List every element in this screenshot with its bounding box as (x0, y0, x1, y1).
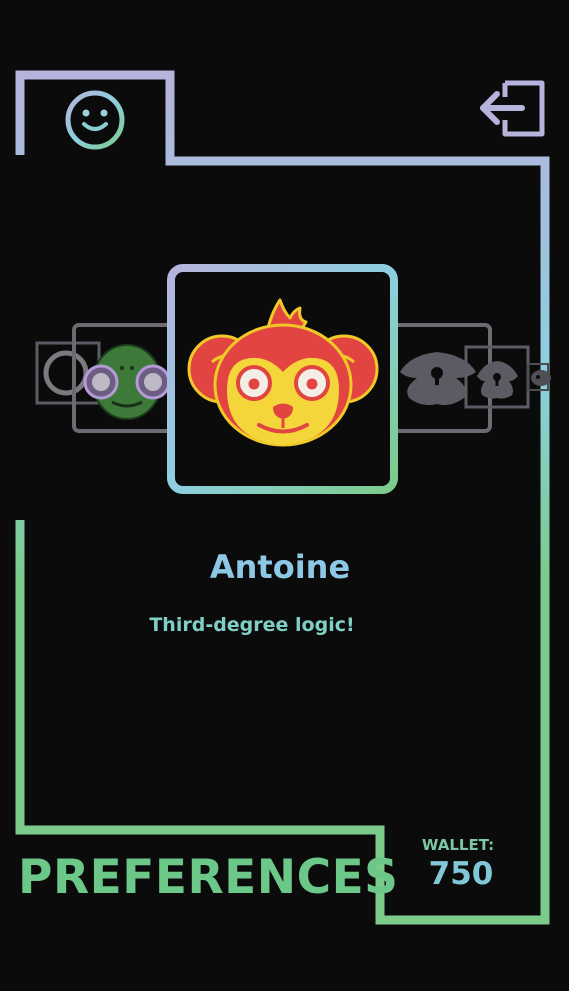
smiley-icon[interactable] (65, 90, 125, 150)
avatar-card-frog[interactable] (72, 323, 184, 433)
wallet-label: WALLET: (421, 836, 495, 854)
avatar-name: Antoine (209, 548, 351, 586)
avatar-card-selected[interactable] (167, 264, 398, 494)
lock-icon (477, 361, 518, 399)
avatar-card-locked-3[interactable] (527, 363, 551, 391)
avatar-card-locked-1[interactable] (382, 323, 492, 433)
lock-icon (531, 370, 551, 386)
avatar-tagline: Third-degree logic! (149, 614, 355, 636)
panel-frame (15, 70, 550, 925)
avatar-carousel[interactable] (35, 264, 551, 494)
page-title: PREFERENCES (18, 850, 399, 905)
avatar-card-locked-2[interactable] (464, 345, 530, 409)
exit-icon[interactable] (480, 80, 545, 137)
wallet-value: 750 (428, 856, 494, 892)
